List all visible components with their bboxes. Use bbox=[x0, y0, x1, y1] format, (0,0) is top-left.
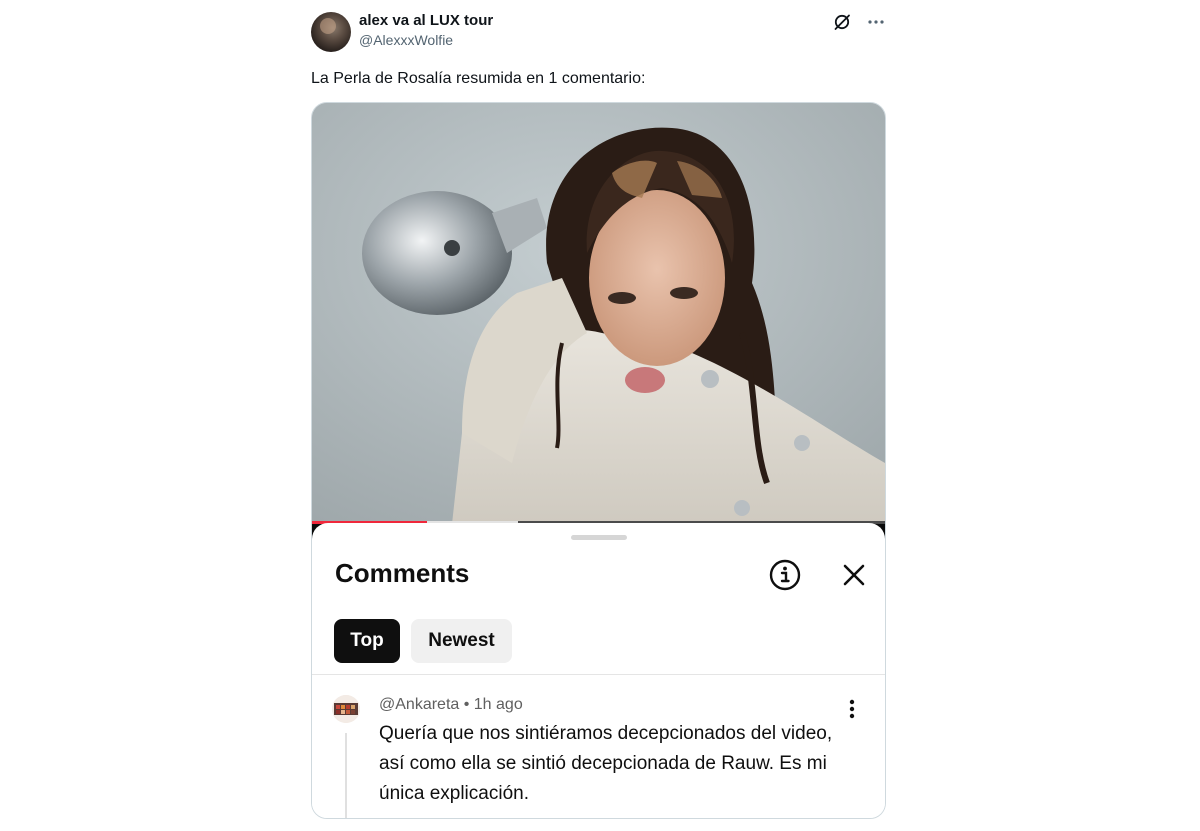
tweet-text: La Perla de Rosalía resumida en 1 coment… bbox=[311, 70, 646, 87]
author-display-name[interactable]: alex va al LUX tour bbox=[359, 12, 493, 30]
comment-text: Quería que nos sintiéramos decepcionados… bbox=[379, 723, 833, 804]
tweet-media[interactable]: Comments Top Newest @Ankareta • 1h ago Q… bbox=[311, 102, 886, 819]
author-avatar[interactable] bbox=[311, 12, 351, 52]
comment-item: @Ankareta • 1h ago Quería que nos sintié… bbox=[312, 675, 885, 818]
tab-top[interactable]: Top bbox=[334, 619, 400, 663]
comment-author-time[interactable]: @Ankareta • 1h ago bbox=[379, 695, 523, 715]
sheet-drag-handle[interactable] bbox=[571, 535, 627, 540]
grok-icon[interactable] bbox=[832, 12, 852, 32]
tweet: alex va al LUX tour @AlexxxWolfie La Per… bbox=[311, 8, 886, 819]
close-button[interactable] bbox=[838, 559, 870, 591]
info-icon bbox=[769, 559, 801, 591]
close-icon bbox=[843, 564, 865, 586]
video-still-image bbox=[312, 103, 885, 524]
comment-more-button[interactable] bbox=[844, 697, 860, 721]
video-frame[interactable] bbox=[312, 103, 885, 524]
tweet-header: alex va al LUX tour @AlexxxWolfie bbox=[311, 8, 886, 58]
comments-title: Comments bbox=[335, 558, 470, 588]
commenter-avatar[interactable] bbox=[332, 695, 360, 723]
info-button[interactable] bbox=[769, 559, 801, 591]
author-name-block: alex va al LUX tour @AlexxxWolfie bbox=[359, 12, 493, 50]
header-actions bbox=[832, 12, 886, 32]
tab-newest[interactable]: Newest bbox=[411, 619, 512, 663]
comments-sheet: Comments Top Newest @Ankareta • 1h ago Q… bbox=[312, 523, 885, 818]
more-vertical-icon bbox=[849, 699, 855, 719]
more-horizontal-icon[interactable] bbox=[866, 12, 886, 32]
author-handle[interactable]: @AlexxxWolfie bbox=[359, 30, 493, 50]
thread-line bbox=[345, 733, 347, 818]
